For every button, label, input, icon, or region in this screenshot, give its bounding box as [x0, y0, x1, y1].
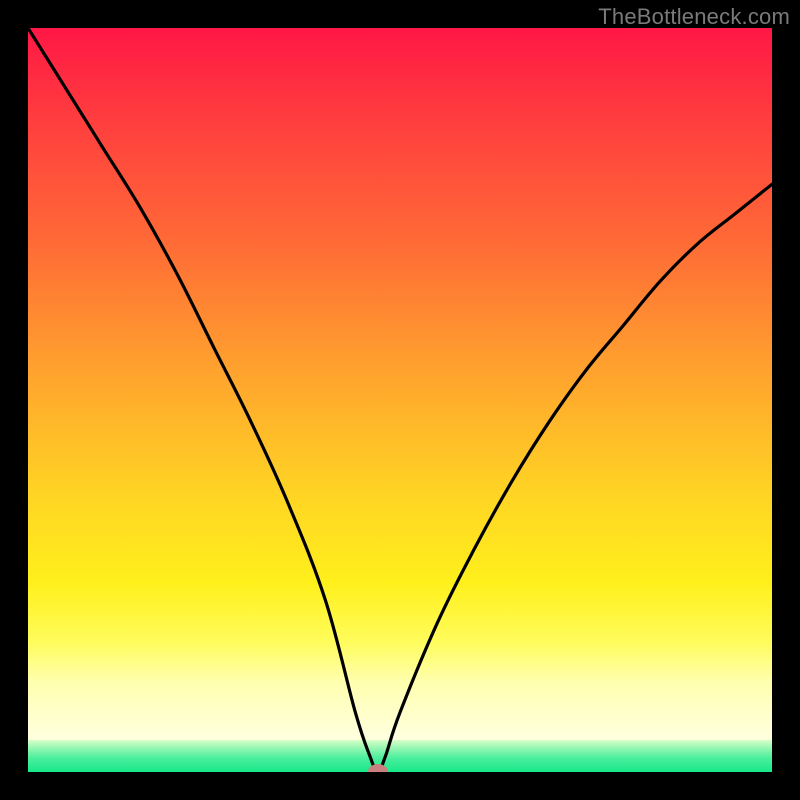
bottleneck-curve	[28, 28, 772, 772]
optimal-point-marker	[368, 764, 388, 772]
plot-area	[28, 28, 772, 772]
chart-frame: TheBottleneck.com	[0, 0, 800, 800]
watermark-text: TheBottleneck.com	[598, 4, 790, 30]
